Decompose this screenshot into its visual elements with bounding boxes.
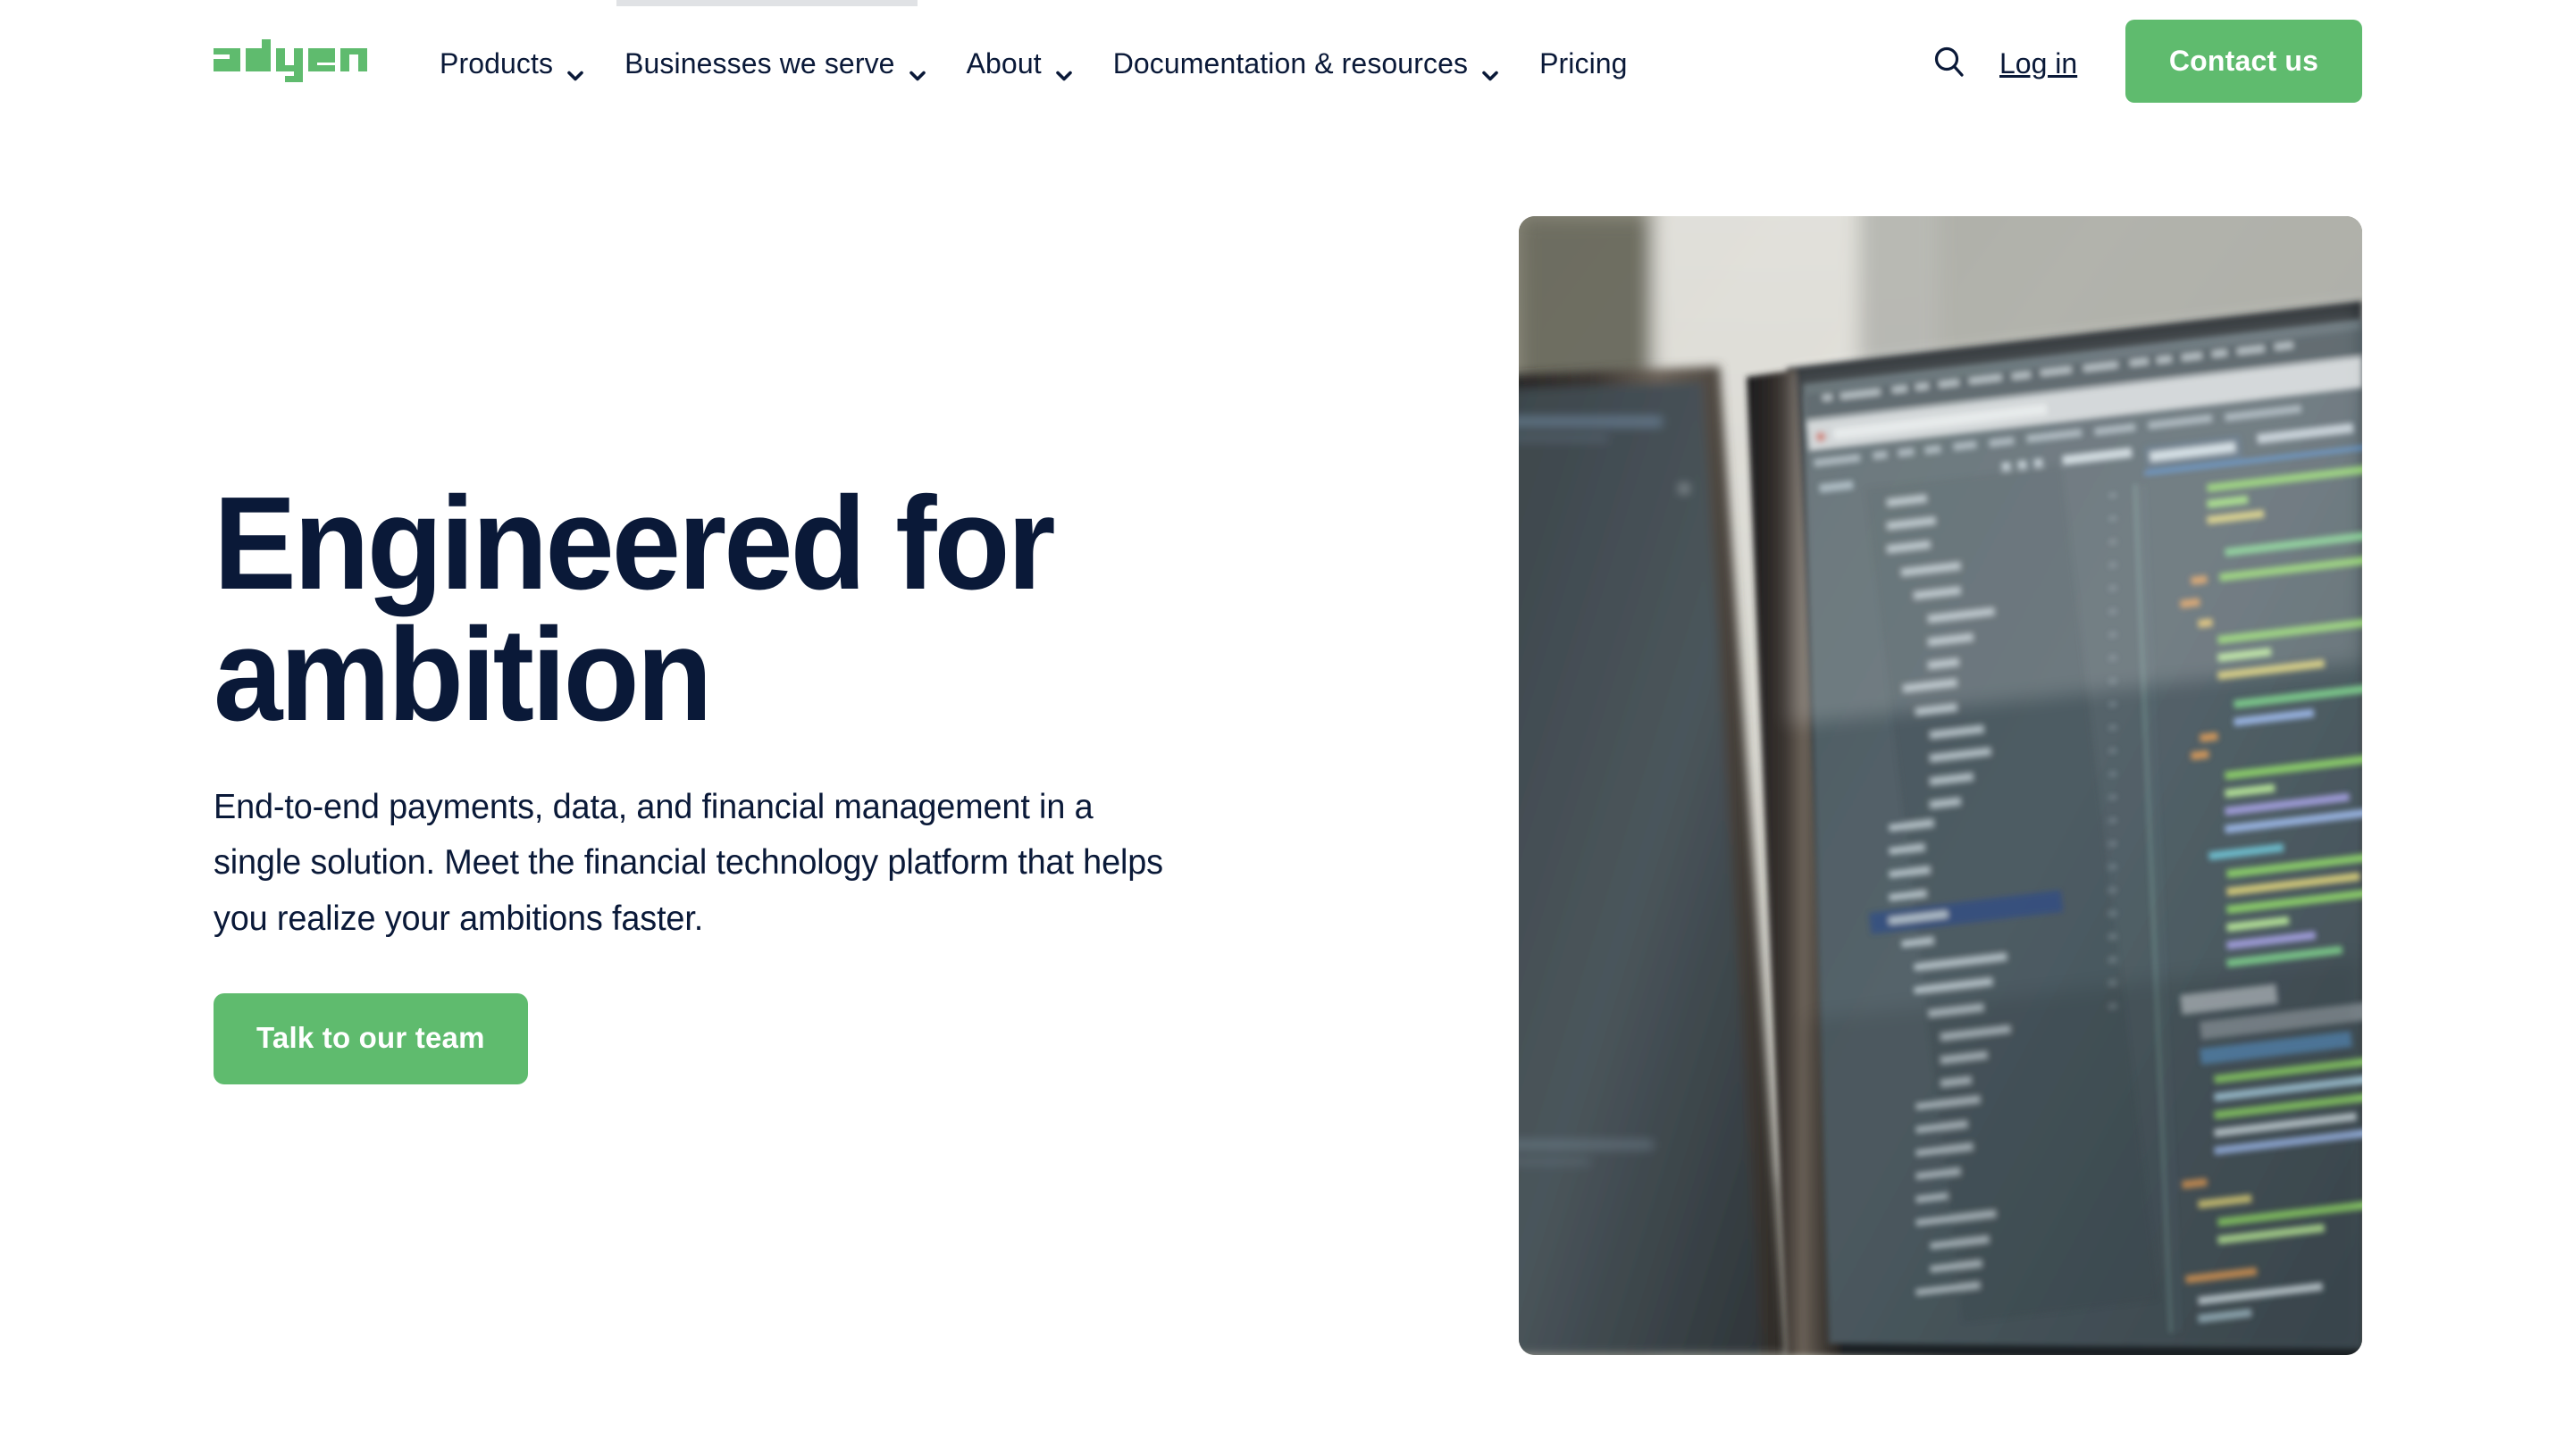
chevron-down-icon — [566, 55, 585, 81]
contact-us-button[interactable]: Contact us — [2125, 20, 2362, 103]
nav-item-label: Documentation & resources — [1112, 47, 1469, 79]
hero-subtitle: End-to-end payments, data, and financial… — [214, 788, 1163, 938]
login-link[interactable]: Log in — [1999, 43, 2077, 84]
hero-content: Engineered for ambition End-to-end payme… — [214, 478, 1196, 1085]
nav-item-pricing[interactable]: Pricing — [1520, 43, 1647, 84]
primary-navigation: Products Businesses we serve About Docum… — [420, 43, 1647, 84]
hero-title-line-1: Engineered for — [214, 470, 1056, 617]
nav-item-documentation-resources[interactable]: Documentation & resources — [1094, 43, 1520, 84]
site-header: Products Businesses we serve About Docum… — [0, 0, 2573, 130]
chevron-down-icon — [908, 55, 927, 81]
nav-item-label: Businesses we serve — [624, 47, 895, 79]
adyen-logo-icon — [214, 39, 367, 82]
search-icon — [1930, 43, 1969, 87]
nav-item-label: About — [966, 47, 1042, 79]
nav-item-products[interactable]: Products — [420, 43, 605, 84]
nav-item-about[interactable]: About — [947, 43, 1094, 84]
nav-item-label: Pricing — [1539, 47, 1628, 79]
chevron-down-icon — [1054, 55, 1074, 81]
hero-image — [1519, 216, 2362, 1355]
nav-item-businesses-we-serve[interactable]: Businesses we serve — [605, 43, 946, 84]
nav-item-label: Products — [440, 47, 554, 79]
hero-title-line-2: ambition — [214, 600, 713, 749]
talk-to-our-team-button[interactable]: Talk to our team — [214, 993, 528, 1085]
page-title: Engineered for ambition — [214, 478, 1137, 741]
search-button[interactable] — [1923, 38, 1976, 91]
adyen-logo[interactable] — [214, 39, 380, 82]
hero-section: Engineered for ambition End-to-end payme… — [0, 130, 2573, 1456]
chevron-down-icon — [1480, 55, 1500, 81]
